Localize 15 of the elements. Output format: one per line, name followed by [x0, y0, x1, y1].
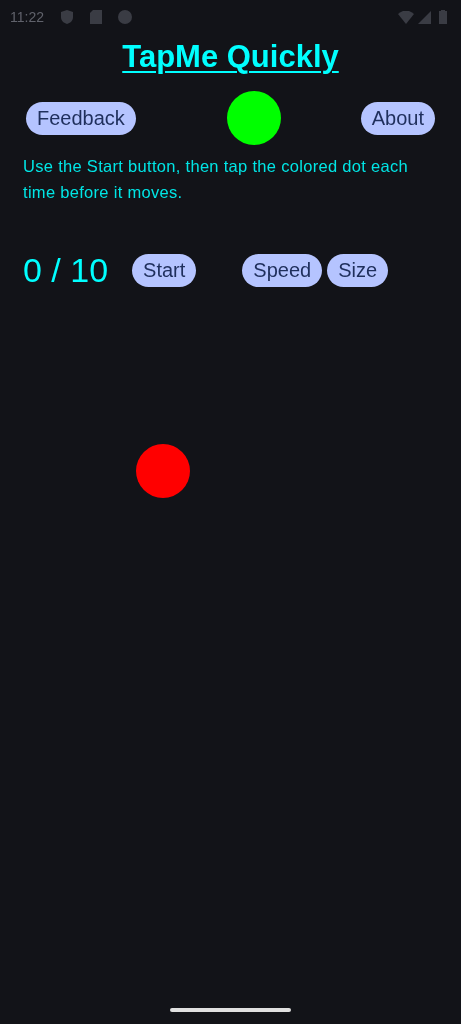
target-dot[interactable]	[136, 444, 190, 499]
size-button[interactable]: Size	[327, 253, 389, 287]
score-counter: 0 / 10	[23, 253, 109, 288]
shield-icon	[60, 9, 74, 25]
speed-button[interactable]: Speed	[242, 253, 323, 287]
about-button[interactable]: About	[360, 101, 435, 135]
sd-card-icon	[90, 10, 102, 24]
app-title: TapMe Quickly	[122, 39, 339, 74]
instructions-text: Use the Start button, then tap the colored dot each time before it moves.	[23, 156, 409, 204]
start-button[interactable]: Start	[132, 253, 197, 287]
wifi-icon	[398, 10, 414, 24]
battery-icon	[439, 10, 447, 24]
feedback-button[interactable]: Feedback	[26, 101, 136, 135]
status-time: 11:22	[10, 7, 44, 27]
signal-icon	[418, 10, 431, 24]
